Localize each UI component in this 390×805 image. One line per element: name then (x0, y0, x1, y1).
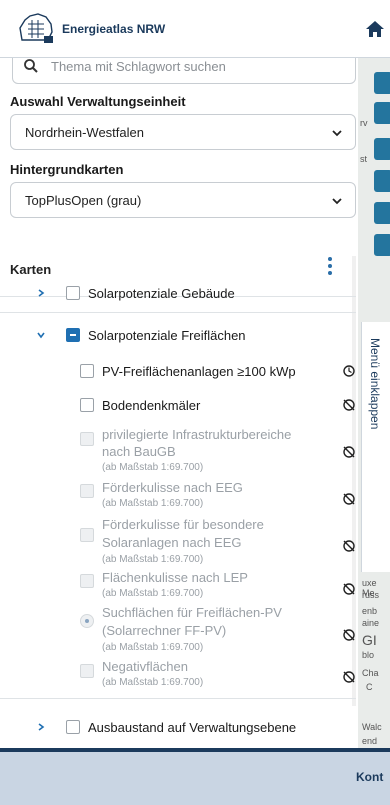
layer-label: Förderkulisse nach EEG (102, 480, 243, 495)
layer-scale: (ab Maßstab 1:69.700) (102, 498, 204, 509)
map-label: GI (362, 632, 377, 648)
home-icon[interactable] (364, 18, 386, 40)
divider (0, 312, 356, 313)
map-label: uxe (362, 578, 377, 588)
layer-checkbox[interactable] (80, 398, 94, 412)
map-label: blo (362, 650, 375, 660)
chevron-right-icon[interactable] (36, 288, 46, 298)
karten-menu-icon[interactable] (320, 254, 340, 282)
layer-radio (80, 614, 94, 628)
map-label: C (366, 682, 373, 692)
map-tool-button[interactable] (374, 202, 390, 224)
map-tool-button[interactable] (374, 234, 390, 256)
energieatlas-logo (19, 13, 53, 43)
brand-title: Energieatlas NRW (62, 22, 166, 36)
karten-title: Karten (10, 262, 52, 277)
verwaltung-select[interactable]: Nordrhein-Westfalen (10, 114, 356, 150)
search-placeholder: Thema mit Schlagwort suchen (51, 59, 226, 74)
layer-scale: (ab Maßstab 1:69.700) (102, 462, 204, 473)
app-header: Energieatlas NRW (0, 0, 390, 58)
layer-label-line2: nach BauGB (102, 444, 176, 459)
layer-scale: (ab Maßstab 1:69.700) (102, 677, 204, 688)
layer-checkbox (80, 432, 94, 446)
search-input[interactable]: Thema mit Schlagwort suchen (12, 58, 356, 84)
group-checkbox-solar-freiflaechen[interactable] (66, 328, 80, 342)
layer-scale: (ab Maßstab 1:69.700) (102, 554, 204, 565)
group-label-solar-gebaeude[interactable]: Solarpotenziale Gebäude (88, 286, 235, 301)
group-checkbox-solar-gebaeude[interactable] (66, 286, 80, 300)
group-checkbox-ausbaustand[interactable] (66, 720, 80, 734)
visibility-off-icon[interactable] (342, 398, 356, 412)
visibility-off-icon[interactable] (342, 492, 356, 506)
layer-label: Flächenkulisse nach LEP (102, 570, 248, 585)
map-tool-button[interactable] (374, 170, 390, 192)
layer-checkbox[interactable] (80, 364, 94, 378)
layer-label-line2: Solaranlagen nach EEG (102, 535, 242, 550)
map-tool-button[interactable] (374, 138, 390, 160)
chevron-right-icon[interactable] (36, 722, 46, 732)
layer-label[interactable]: Bodendenkmäler (102, 398, 200, 413)
app-footer: Kont (0, 752, 390, 805)
map-label: Cha (362, 668, 379, 678)
sidebar-panel: Thema mit Schlagwort suchen Auswahl Verw… (0, 58, 358, 748)
layer-label: Negativflächen (102, 659, 188, 674)
map-label: rv (360, 118, 368, 128)
visibility-icon[interactable] (342, 364, 356, 378)
collapse-menu-label[interactable]: Menü einklappen (368, 338, 382, 429)
map-label: enb (362, 606, 378, 616)
layer-checkbox (80, 528, 94, 542)
visibility-off-icon[interactable] (342, 582, 356, 596)
layer-label-line1: Förderkulisse für besondere (102, 517, 264, 532)
layer-label[interactable]: PV-Freiflächenanlagen ≥100 kWp (102, 364, 296, 379)
visibility-off-icon[interactable] (342, 445, 356, 459)
map-label: end (362, 736, 378, 746)
chevron-down-icon (332, 130, 342, 137)
map-label: st (360, 154, 368, 164)
verwaltung-label: Auswahl Verwaltungseinheit (10, 94, 186, 109)
layer-label-line2: (Solarrechner FF-PV) (102, 623, 227, 638)
collapse-menu-tab[interactable]: Menü einklappen (361, 322, 390, 572)
visibility-off-icon[interactable] (342, 628, 356, 642)
map-label: russ (362, 590, 380, 600)
chevron-down-icon (332, 198, 342, 205)
layer-scale: (ab Maßstab 1:69.700) (102, 588, 204, 599)
hintergrund-select[interactable]: TopPlusOpen (grau) (10, 182, 356, 218)
layer-checkbox (80, 664, 94, 678)
layer-checkbox (80, 484, 94, 498)
map-label: Walc (362, 722, 382, 732)
layer-label-line1: Suchflächen für Freiflächen-PV (102, 605, 282, 620)
visibility-off-icon[interactable] (342, 670, 356, 684)
search-icon (24, 59, 38, 73)
layer-label-line1: privilegierte Infrastrukturbereiche (102, 427, 292, 442)
chevron-down-icon[interactable] (36, 330, 46, 340)
hintergrund-value: TopPlusOpen (grau) (25, 193, 142, 208)
map-tool-button[interactable] (374, 102, 390, 124)
visibility-off-icon[interactable] (342, 539, 356, 553)
verwaltung-value: Nordrhein-Westfalen (25, 125, 144, 140)
map-label: aine (362, 618, 380, 628)
footer-contact-link[interactable]: Kont (356, 770, 383, 784)
hintergrund-label: Hintergrundkarten (10, 162, 124, 177)
group-label-ausbaustand[interactable]: Ausbaustand auf Verwaltungsebene (88, 720, 296, 735)
layer-scale: (ab Maßstab 1:69.700) (102, 642, 204, 653)
map-tool-button[interactable] (374, 72, 390, 94)
group-label-solar-freiflaechen[interactable]: Solarpotenziale Freiflächen (88, 328, 246, 343)
layer-checkbox (80, 574, 94, 588)
divider (0, 698, 356, 699)
